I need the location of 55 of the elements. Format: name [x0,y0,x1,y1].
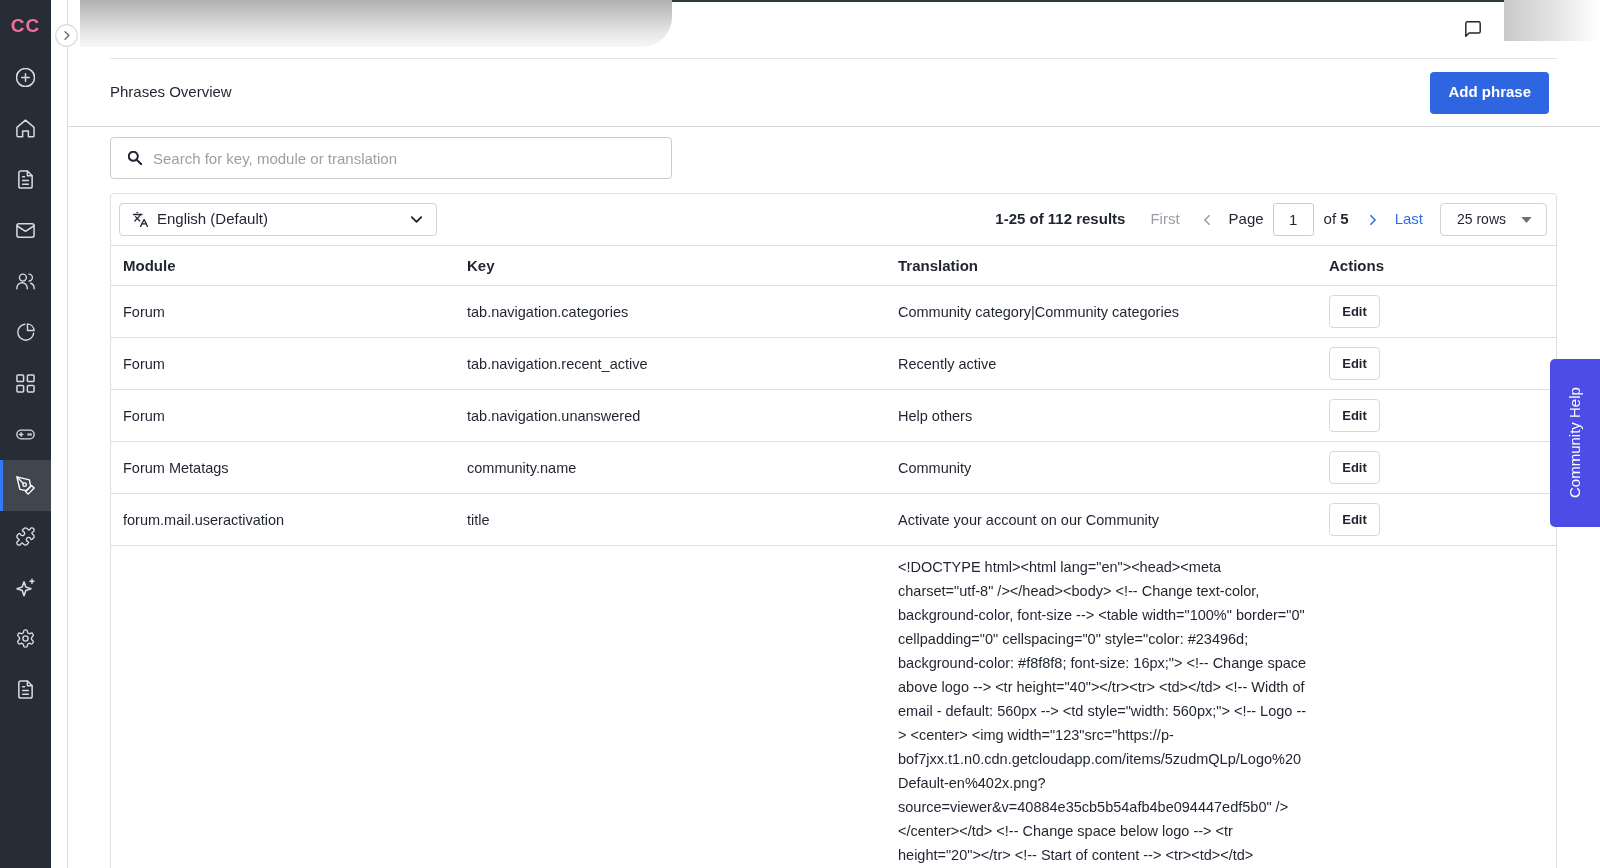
pie-chart-icon [16,323,35,342]
document-icon [16,680,35,699]
table-cell: <!DOCTYPE html><html lang="en"><head><meta charset="utf-8" /></head><body> <!-- Change text-color, background-color, font-size --> <table width="100%" border="0" cellpadding="0" cellspacing="0" style="color: #23496d; background-color: #f8f8f8; font-size: 16px;"> <!-- Change space above logo --> <tr height="40"></tr><tr> <td></td> <!-- Width of email - default: 560px --> <td style="width: 560px;"> <!-- Logo --> <center> <img width="123"src="https://p-bof7jxx.t1.n0.cdn.getcloudapp.com/items/5zudmQLp/Logo%20Default-en%402x.png?source=viewer&v=40884e35cb5b54afb4be094447edf5b0" /> </center></td> <!-- Change space below logo --> <tr height="20"></tr> <!-- Start of content --> <tr><td></td> [898,559,1307,863]
table-cell: Community [898,459,972,476]
pen-tool-icon [16,476,35,495]
sidebar-item[interactable] [0,460,51,511]
settings-icon [16,629,35,648]
caret-down-icon [1521,216,1532,223]
table-cell: Community category|Community categories [898,303,1179,320]
table-cell: tab.navigation.recent_active [467,355,648,372]
grid-icon [16,374,35,393]
column-header: Module [123,256,176,274]
add-phrase-button[interactable]: Add phrase [1430,71,1549,114]
table-cell: Forum [123,355,165,372]
table-cell: title [467,511,490,528]
chat-icon[interactable] [1465,21,1481,37]
edit-button[interactable]: Edit [1329,451,1380,484]
search-field[interactable]: Search for key, module or translation [110,137,672,179]
results-count: 1-25 of 112 results [995,209,1126,230]
edit-button[interactable]: Edit [1329,295,1380,328]
table-cell: Forum [123,303,165,320]
last-page-link[interactable]: Last [1394,208,1423,231]
page-label: Page [1228,209,1264,230]
edit-button[interactable]: Edit [1329,503,1380,536]
edit-button[interactable]: Edit [1329,347,1380,380]
language-select[interactable]: English (Default) [119,203,437,236]
search-icon [128,151,142,165]
rows-per-page-select[interactable]: 25 rows [1440,203,1547,236]
mail-icon [16,221,35,240]
page-count: of 5 [1323,209,1349,230]
table-cell: tab.navigation.categories [467,303,629,320]
table-cell: Help others [898,407,973,424]
translate-icon [133,212,148,227]
logo: CC [10,13,41,38]
table-cell: forum.mail.useractivation [123,511,285,528]
page-title: Phrases Overview [110,82,232,103]
table-cell: Recently active [898,355,997,372]
table-cell: Forum [123,407,165,424]
puzzle-icon [16,527,35,546]
column-header: Key [467,256,495,274]
table-cell: Forum Metatags [123,459,229,476]
table-cell: tab.navigation.unanswered [467,407,641,424]
table-cell: Activate your account on our Community [898,511,1160,528]
community-help-tab[interactable]: Community Help [1550,359,1600,527]
page-input[interactable]: 1 [1272,203,1314,236]
chevron-down-icon [411,216,422,223]
chevron-right-icon[interactable] [1369,214,1376,225]
document-icon [16,170,35,189]
column-header: Translation [898,256,979,274]
edit-button[interactable]: Edit [1329,399,1380,432]
users-icon [16,272,35,291]
sparkle-icon [16,578,35,597]
home-icon [16,119,35,138]
column-header: Actions [1329,256,1384,274]
table-cell: community.name [467,459,577,476]
